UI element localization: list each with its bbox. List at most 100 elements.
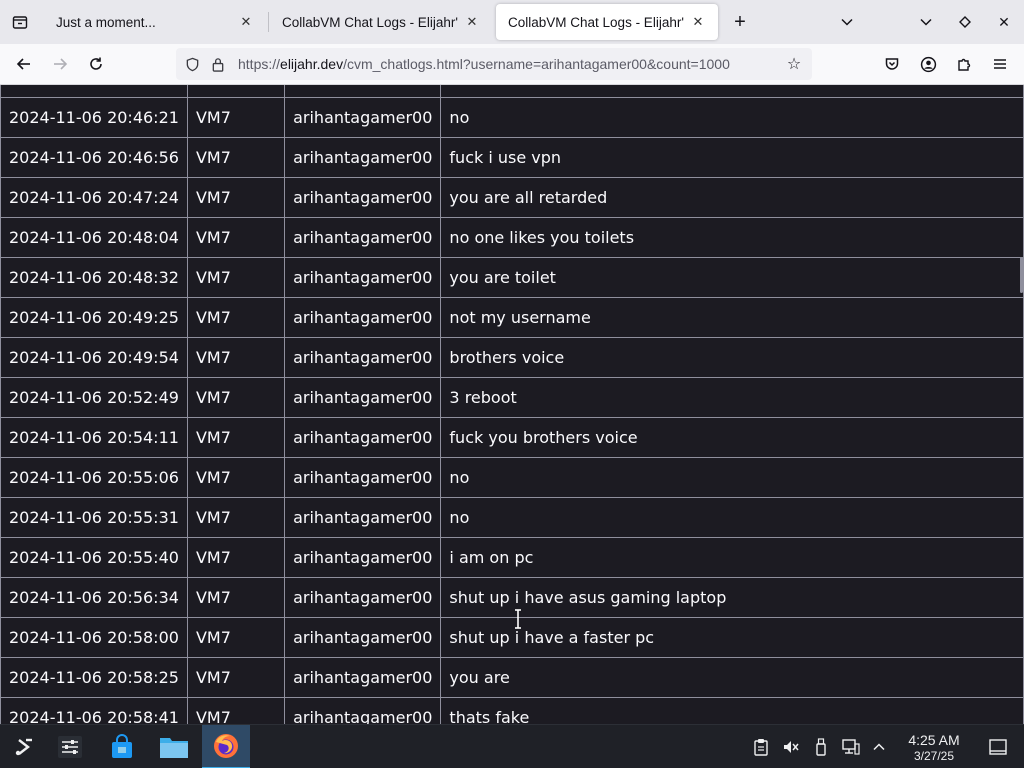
volume-muted-icon[interactable]	[781, 737, 801, 757]
clipboard-tray-icon[interactable]	[751, 737, 771, 757]
navigation-toolbar: https://elijahr.dev/cvm_chatlogs.html?us…	[0, 44, 1024, 85]
digital-clock[interactable]: 4:25 AM 3/27/25	[896, 731, 972, 763]
maximize-button[interactable]	[951, 8, 979, 36]
vm-cell: VM7	[186, 617, 286, 658]
chevron-down-icon	[841, 18, 853, 26]
tab-separator	[268, 12, 269, 32]
chevron-up-icon[interactable]	[869, 737, 889, 757]
message-cell: fuck i use vpn	[440, 137, 1024, 178]
menu-button[interactable]	[986, 50, 1014, 78]
date-cell: 2024-11-06 20:55:40	[0, 537, 188, 578]
puzzle-icon	[958, 58, 971, 71]
date-cell: 2024-11-06 20:49:25	[0, 297, 188, 338]
address-bar[interactable]: https://elijahr.dev/cvm_chatlogs.html?us…	[176, 48, 812, 80]
message-cell: you are toilet	[440, 257, 1024, 298]
maximize-icon	[959, 16, 971, 28]
date-cell: 2024-11-06 20:48:04	[0, 217, 188, 258]
date-cell: 2024-11-06 20:56:34	[0, 577, 188, 618]
discover-taskbar-button[interactable]	[98, 725, 146, 768]
username-cell: arihantagamer00	[284, 697, 442, 724]
text-cursor-icon	[515, 609, 521, 629]
username-cell: arihantagamer00	[284, 537, 442, 578]
firefox-taskbar-button[interactable]	[202, 725, 250, 768]
tab-just-a-moment[interactable]: Just a moment... ✕	[44, 4, 266, 40]
tab-chat-logs-2-active[interactable]: CollabVM Chat Logs - Elijahr's ✕	[496, 4, 718, 40]
table-row: 2024-11-06 20:58:25 VM7 arihantagamer00 …	[0, 657, 1024, 698]
close-icon[interactable]: ✕	[690, 14, 706, 30]
lock-icon[interactable]	[210, 56, 226, 72]
file-manager-taskbar-button[interactable]	[150, 725, 198, 768]
message-cell: no	[440, 497, 1024, 538]
tab-title: CollabVM Chat Logs - Elijahr's	[282, 14, 458, 30]
account-button[interactable]	[914, 50, 942, 78]
table-row	[0, 85, 1024, 98]
username-cell: arihantagamer00	[284, 377, 442, 418]
table-row: 2024-11-06 20:54:11 VM7 arihantagamer00 …	[0, 417, 1024, 458]
clock-time: 4:25 AM	[908, 732, 960, 748]
account-icon	[920, 56, 936, 72]
message-cell: you are all retarded	[440, 177, 1024, 218]
date-cell: 2024-11-06 20:55:06	[0, 457, 188, 498]
message-cell: 3 reboot	[440, 377, 1024, 418]
table-row: 2024-11-06 20:48:32 VM7 arihantagamer00 …	[0, 257, 1024, 298]
firefox-icon	[214, 734, 238, 758]
firefox-view-button[interactable]	[0, 0, 40, 44]
bookmark-star-icon[interactable]: ☆	[784, 54, 804, 74]
forward-button[interactable]	[46, 50, 74, 78]
table-row: 2024-11-06 20:55:31 VM7 arihantagamer00 …	[0, 497, 1024, 538]
system-settings-taskbar-button[interactable]	[46, 725, 94, 768]
table-row: 2024-11-06 20:52:49 VM7 arihantagamer00 …	[0, 377, 1024, 418]
vm-cell: VM7	[186, 657, 286, 698]
tab-chat-logs-1[interactable]: CollabVM Chat Logs - Elijahr's ✕	[270, 4, 492, 40]
url-text[interactable]: https://elijahr.dev/cvm_chatlogs.html?us…	[238, 56, 768, 72]
application-launcher-button[interactable]	[0, 725, 48, 768]
date-cell: 2024-11-06 20:58:00	[0, 617, 188, 658]
date-cell: 2024-11-06 20:47:24	[0, 177, 188, 218]
scrollbar-thumb[interactable]	[1020, 257, 1023, 293]
vm-cell: VM7	[186, 337, 286, 378]
extensions-button[interactable]	[950, 50, 978, 78]
username-cell: arihantagamer00	[284, 577, 442, 618]
arrow-right-icon	[54, 58, 68, 70]
date-cell: 2024-11-06 20:46:56	[0, 137, 188, 178]
date-cell: 2024-11-06 20:58:25	[0, 657, 188, 698]
vm-cell: VM7	[186, 137, 286, 178]
shield-icon[interactable]	[184, 56, 200, 72]
minimize-button[interactable]	[912, 8, 940, 36]
close-icon[interactable]: ✕	[464, 14, 480, 30]
date-cell: 2024-11-06 20:52:49	[0, 377, 188, 418]
list-all-tabs-button[interactable]	[833, 8, 861, 36]
username-cell: arihantagamer00	[284, 657, 442, 698]
message-cell: i am on pc	[440, 537, 1024, 578]
table-row: 2024-11-06 20:47:24 VM7 arihantagamer00 …	[0, 177, 1024, 218]
tab-bar: Just a moment... ✕ CollabVM Chat Logs - …	[0, 0, 1024, 44]
plus-icon: +	[734, 10, 746, 33]
back-button[interactable]	[10, 50, 38, 78]
settings-sliders-icon	[58, 736, 82, 758]
vm-cell	[186, 85, 286, 98]
show-desktop-icon[interactable]	[988, 737, 1008, 757]
vm-cell: VM7	[186, 697, 286, 724]
pocket-button[interactable]	[878, 50, 906, 78]
date-cell: 2024-11-06 20:46:21	[0, 97, 188, 138]
username-cell: arihantagamer00	[284, 97, 442, 138]
arrow-left-icon	[16, 58, 30, 70]
message-cell: no one likes you toilets	[440, 217, 1024, 258]
new-tab-button[interactable]: +	[726, 8, 754, 36]
message-cell: thats fake	[440, 697, 1024, 724]
close-window-button[interactable]: ✕	[990, 8, 1018, 36]
date-cell: 2024-11-06 20:55:31	[0, 497, 188, 538]
table-row: 2024-11-06 20:46:21 VM7 arihantagamer00 …	[0, 97, 1024, 138]
username-cell: arihantagamer00	[284, 457, 442, 498]
network-wired-icon[interactable]	[841, 737, 861, 757]
vm-cell: VM7	[186, 577, 286, 618]
usb-device-icon[interactable]	[811, 737, 831, 757]
page-content: 2024-11-06 20:46:21 VM7 arihantagamer00 …	[0, 85, 1024, 724]
reload-button[interactable]	[82, 50, 110, 78]
vm-cell: VM7	[186, 377, 286, 418]
message-cell: not my username	[440, 297, 1024, 338]
vm-cell: VM7	[186, 537, 286, 578]
close-icon[interactable]: ✕	[238, 14, 254, 30]
clock-date: 3/27/25	[913, 749, 955, 763]
url-path: /cvm_chatlogs.html?username=arihantagame…	[343, 56, 730, 72]
